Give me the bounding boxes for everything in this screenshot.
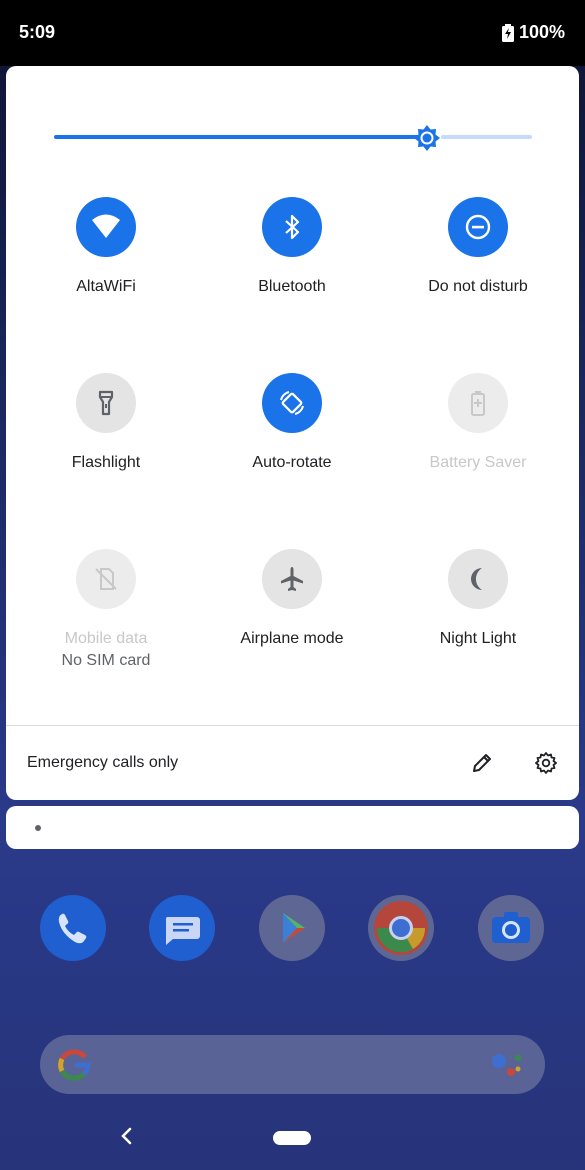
google-logo-icon — [58, 1049, 91, 1081]
carrier-status-text: Emergency calls only — [27, 754, 179, 771]
wifi-icon — [92, 214, 120, 238]
tile-night-light[interactable]: Night Light — [385, 549, 571, 669]
camera-app[interactable] — [478, 895, 544, 961]
flashlight-tile-label: Flashlight — [71, 454, 141, 471]
wifi-tile-button[interactable] — [76, 197, 136, 257]
chrome-icon — [368, 895, 434, 961]
wifi-tile-label: AltaWiFi — [76, 278, 136, 295]
flashlight-icon — [98, 390, 114, 416]
quick-settings-divider — [6, 725, 579, 726]
do-not-disturb-icon — [465, 214, 491, 240]
status-time: 5:09 — [19, 22, 56, 42]
flashlight-tile-button[interactable] — [76, 373, 136, 433]
battery-saver-icon — [471, 391, 485, 416]
back-icon[interactable] — [118, 1126, 134, 1146]
tile-battery-saver[interactable]: Battery Saver — [385, 373, 571, 493]
notification-card[interactable] — [6, 806, 579, 849]
mobile-data-off-icon — [95, 568, 117, 590]
battery-percent: 100% — [518, 22, 565, 42]
auto-rotate-tile-button[interactable] — [262, 373, 322, 433]
battery-status: 100% — [501, 22, 565, 43]
pencil-icon[interactable] — [470, 751, 494, 775]
brightness-thumb-icon[interactable] — [412, 123, 442, 153]
quick-settings-panel: AltaWiFi Bluetooth Do not disturb Flashl — [6, 66, 579, 800]
night-light-icon — [471, 568, 482, 590]
tile-airplane-mode[interactable]: Airplane mode — [199, 549, 385, 669]
bluetooth-tile-label: Bluetooth — [258, 278, 326, 295]
tile-mobile-data[interactable]: Mobile data No SIM card — [13, 549, 199, 669]
phone-icon — [40, 895, 106, 961]
messages-icon — [149, 895, 215, 961]
notification-dot-icon — [35, 825, 41, 831]
home-dock — [0, 895, 585, 965]
mobile-data-tile-sublabel: No SIM card — [61, 652, 151, 669]
airplane-icon — [281, 567, 303, 591]
bluetooth-icon — [285, 214, 300, 240]
chrome-app[interactable] — [368, 895, 434, 961]
bluetooth-tile-button[interactable] — [262, 197, 322, 257]
tile-flashlight[interactable]: Flashlight — [13, 373, 199, 493]
gear-icon[interactable] — [534, 751, 558, 775]
night-light-tile-label: Night Light — [439, 630, 517, 647]
tile-auto-rotate[interactable]: Auto-rotate — [199, 373, 385, 493]
dnd-tile-label: Do not disturb — [428, 278, 528, 295]
airplane-tile-button[interactable] — [262, 549, 322, 609]
camera-icon — [478, 895, 544, 961]
brightness-track-filled — [54, 135, 423, 139]
battery-charging-icon — [501, 23, 514, 42]
brightness-slider[interactable] — [54, 123, 532, 153]
battery-saver-tile-label: Battery Saver — [429, 454, 527, 471]
tile-bluetooth[interactable]: Bluetooth — [199, 197, 385, 317]
battery-saver-tile-button[interactable] — [448, 373, 508, 433]
mobile-data-tile-label: Mobile data — [64, 630, 148, 647]
tile-do-not-disturb[interactable]: Do not disturb — [385, 197, 571, 317]
auto-rotate-icon — [280, 391, 304, 415]
assistant-icon[interactable] — [491, 1051, 523, 1079]
navigation-bar — [0, 1112, 585, 1170]
google-search-bar[interactable] — [40, 1035, 545, 1094]
night-light-tile-button[interactable] — [448, 549, 508, 609]
tile-wifi[interactable]: AltaWiFi — [13, 197, 199, 317]
brightness-track-empty — [441, 135, 532, 139]
play-store-icon — [259, 895, 325, 961]
airplane-tile-label: Airplane mode — [240, 630, 344, 647]
phone-app[interactable] — [40, 895, 106, 961]
home-pill-button[interactable] — [273, 1131, 311, 1145]
auto-rotate-tile-label: Auto-rotate — [252, 454, 332, 471]
mobile-data-tile-button[interactable] — [76, 549, 136, 609]
status-bar: 5:09 100% — [0, 0, 585, 66]
messages-app[interactable] — [149, 895, 215, 961]
play-store-app[interactable] — [259, 895, 325, 961]
dnd-tile-button[interactable] — [448, 197, 508, 257]
